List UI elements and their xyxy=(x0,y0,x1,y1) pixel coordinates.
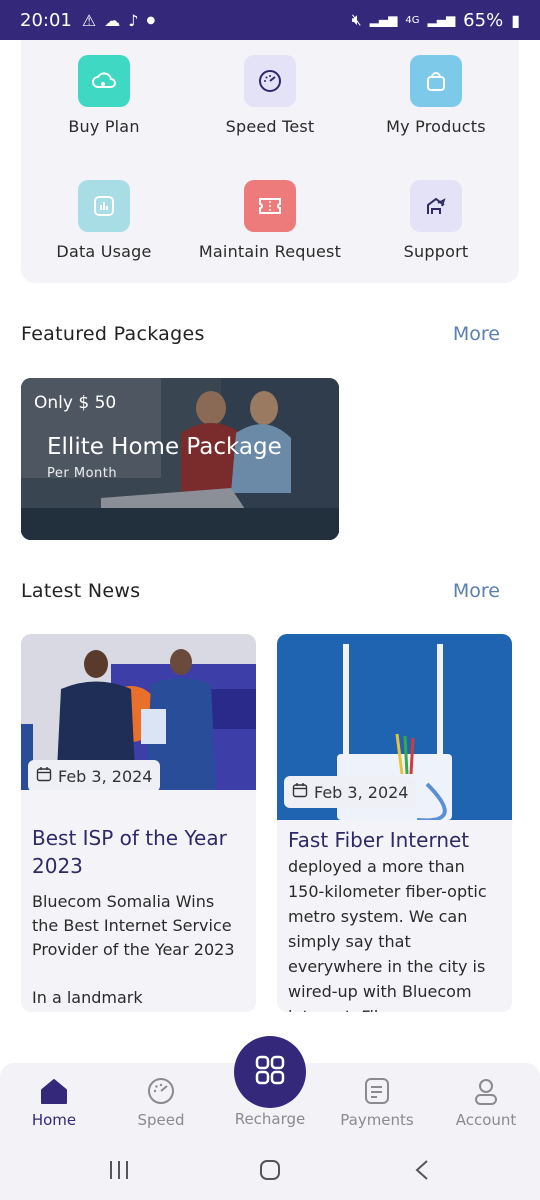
back-button[interactable] xyxy=(402,1157,442,1187)
bar-chart-icon xyxy=(78,180,130,232)
latest-news-heading: Latest News xyxy=(21,580,141,602)
status-bar: 20:01 ⚠ ☁ ♪ ● 🔇︎ ▂▄▆ 4G ▂▄▆ 65% ▮ xyxy=(0,0,540,40)
calendar-icon xyxy=(292,782,308,802)
news-date: Feb 3, 2024 xyxy=(28,760,161,790)
recent-apps-button[interactable] xyxy=(99,1157,139,1187)
calendar-icon xyxy=(36,766,52,786)
speedometer-icon xyxy=(145,1075,177,1107)
nav-home[interactable]: Home xyxy=(4,1075,104,1129)
dot-icon: ● xyxy=(146,14,156,26)
nav-account-label: Account xyxy=(455,1111,517,1129)
ticket-icon xyxy=(244,180,296,232)
news-date-text: Feb 3, 2024 xyxy=(58,766,153,786)
nav-payments-label: Payments xyxy=(340,1111,414,1129)
buy-plan-label: Buy Plan xyxy=(68,117,140,136)
data-usage-label: Data Usage xyxy=(56,242,152,261)
speed-test-button[interactable]: Speed Test xyxy=(187,55,353,136)
support-button[interactable]: Support xyxy=(353,180,519,261)
grid-icon xyxy=(254,1054,286,1090)
battery-icon: ▮ xyxy=(511,10,520,30)
nav-speed-label: Speed xyxy=(137,1111,185,1129)
maintain-request-button[interactable]: Maintain Request xyxy=(187,180,353,261)
news-more-link[interactable]: More xyxy=(453,580,500,602)
battery-level: 65% xyxy=(463,9,504,31)
news-body: deployed a more than 150-kilometer fiber… xyxy=(288,857,487,1012)
quick-actions-card: Buy Plan Speed Test My Products Data Usa… xyxy=(21,40,519,283)
warning-icon: ⚠ xyxy=(81,10,97,30)
my-products-label: My Products xyxy=(386,117,486,136)
signal-icon: ▂▄▆ xyxy=(369,13,398,27)
featured-more-link[interactable]: More xyxy=(453,323,500,345)
network-type: 4G xyxy=(405,14,420,26)
mute-icon: 🔇︎ xyxy=(351,10,362,29)
home-circle-icon xyxy=(259,1159,281,1185)
package-price: Only $ 50 xyxy=(34,393,117,413)
support-label: Support xyxy=(403,242,469,261)
news-date: Feb 3, 2024 xyxy=(284,776,417,808)
featured-package-card[interactable]: Only $ 50 Ellite Home Package Per Month xyxy=(21,378,339,540)
package-name: Ellite Home Package xyxy=(47,434,282,460)
status-time: 20:01 xyxy=(20,9,72,31)
shopping-bag-icon xyxy=(410,55,462,107)
home-icon xyxy=(38,1075,70,1107)
nav-recharge-label: Recharge xyxy=(234,1110,306,1128)
system-nav-bar xyxy=(0,1143,540,1200)
package-period: Per Month xyxy=(47,466,118,481)
my-products-button[interactable]: My Products xyxy=(353,55,519,136)
support-house-icon xyxy=(410,180,462,232)
news-card[interactable]: Feb 3, 2024 Fast Fiber Internet deployed… xyxy=(277,634,512,1012)
maintain-request-label: Maintain Request xyxy=(198,242,342,261)
news-card[interactable]: Feb 3, 2024 Best ISP of the Year 2023 Bl… xyxy=(21,634,256,1012)
news-date-text: Feb 3, 2024 xyxy=(314,782,409,802)
recharge-button[interactable] xyxy=(234,1036,306,1108)
news-title: Best ISP of the Year 2023 xyxy=(32,826,227,878)
nav-account[interactable]: Account xyxy=(436,1075,536,1129)
cloud-plus-icon xyxy=(78,55,130,107)
news-title: Fast Fiber Internet xyxy=(288,828,470,852)
receipt-icon xyxy=(361,1075,393,1107)
nav-home-label: Home xyxy=(31,1111,77,1129)
featured-packages-heading: Featured Packages xyxy=(21,323,205,345)
buy-plan-button[interactable]: Buy Plan xyxy=(21,55,187,136)
nav-speed[interactable]: Speed xyxy=(111,1075,211,1129)
data-usage-button[interactable]: Data Usage xyxy=(21,180,187,261)
tiktok-icon: ♪ xyxy=(128,10,139,30)
nav-payments[interactable]: Payments xyxy=(327,1075,427,1129)
news-body: Bluecom Somalia Wins the Best Internet S… xyxy=(32,892,235,1007)
user-icon xyxy=(470,1075,502,1107)
speedometer-icon xyxy=(244,55,296,107)
recent-apps-icon xyxy=(108,1160,130,1184)
back-chevron-icon xyxy=(414,1159,430,1185)
notification-icon: ☁ xyxy=(104,10,121,30)
speed-test-label: Speed Test xyxy=(225,117,315,136)
signal-icon: ▂▄▆ xyxy=(427,13,456,27)
home-system-button[interactable] xyxy=(250,1157,290,1187)
